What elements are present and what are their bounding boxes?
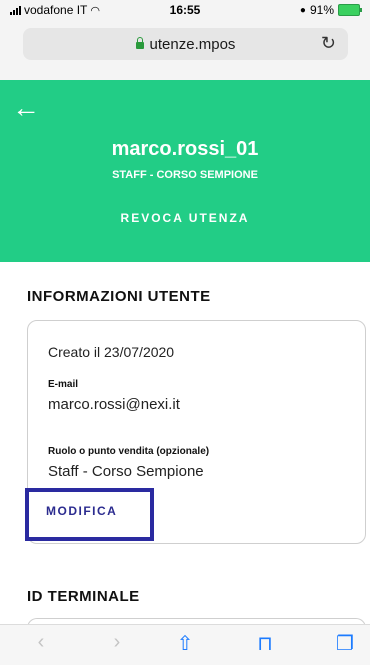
terminal-id-title: ID TERMINALE <box>27 588 140 605</box>
status-right: ● 91% <box>299 3 362 17</box>
role-value: Staff - Corso Sempione <box>48 463 204 480</box>
email-value: marco.rossi@nexi.it <box>48 396 180 413</box>
url-text: utenze.mpos <box>149 36 236 53</box>
user-role-subtitle: STAFF - CORSO SEMPIONE <box>112 169 258 181</box>
revoke-user-button[interactable]: REVOCA UTENZA <box>0 211 370 225</box>
user-header: ← marco.rossi_01 STAFF - CORSO SEMPIONE … <box>0 80 370 262</box>
role-label: Ruolo o punto vendita (opzionale) <box>48 446 210 457</box>
user-info-title: INFORMAZIONI UTENTE <box>27 288 211 305</box>
browser-address-area: utenze.mpos ↻ <box>0 20 370 81</box>
url-bar[interactable]: utenze.mpos ↻ <box>23 28 348 60</box>
chevron-right-icon[interactable]: › <box>101 631 133 659</box>
username-title: marco.rossi_01 <box>111 138 259 160</box>
battery-icon <box>338 4 362 16</box>
url-display[interactable]: utenze.mpos <box>23 36 348 53</box>
chevron-left-icon[interactable]: ‹ <box>25 631 57 659</box>
alarm-icon: ● <box>299 4 306 16</box>
battery-percent: 91% <box>309 3 334 17</box>
back-arrow-icon[interactable]: ← <box>12 94 40 122</box>
share-icon[interactable]: ⇧ <box>169 631 201 659</box>
book-icon[interactable]: ⊓ <box>249 631 281 659</box>
lock-icon <box>135 37 144 49</box>
reload-icon[interactable]: ↻ <box>321 33 336 54</box>
tabs-icon[interactable]: ❐ <box>329 631 361 659</box>
status-bar: vodafone IT ◠ 16:55 ● 91% <box>0 0 370 20</box>
email-label: E-mail <box>48 379 79 390</box>
browser-toolbar: ‹ › ⇧ ⊓ ❐ <box>0 624 370 665</box>
created-date: Creato il 23/07/2020 <box>48 344 175 360</box>
highlight-box <box>25 488 154 541</box>
